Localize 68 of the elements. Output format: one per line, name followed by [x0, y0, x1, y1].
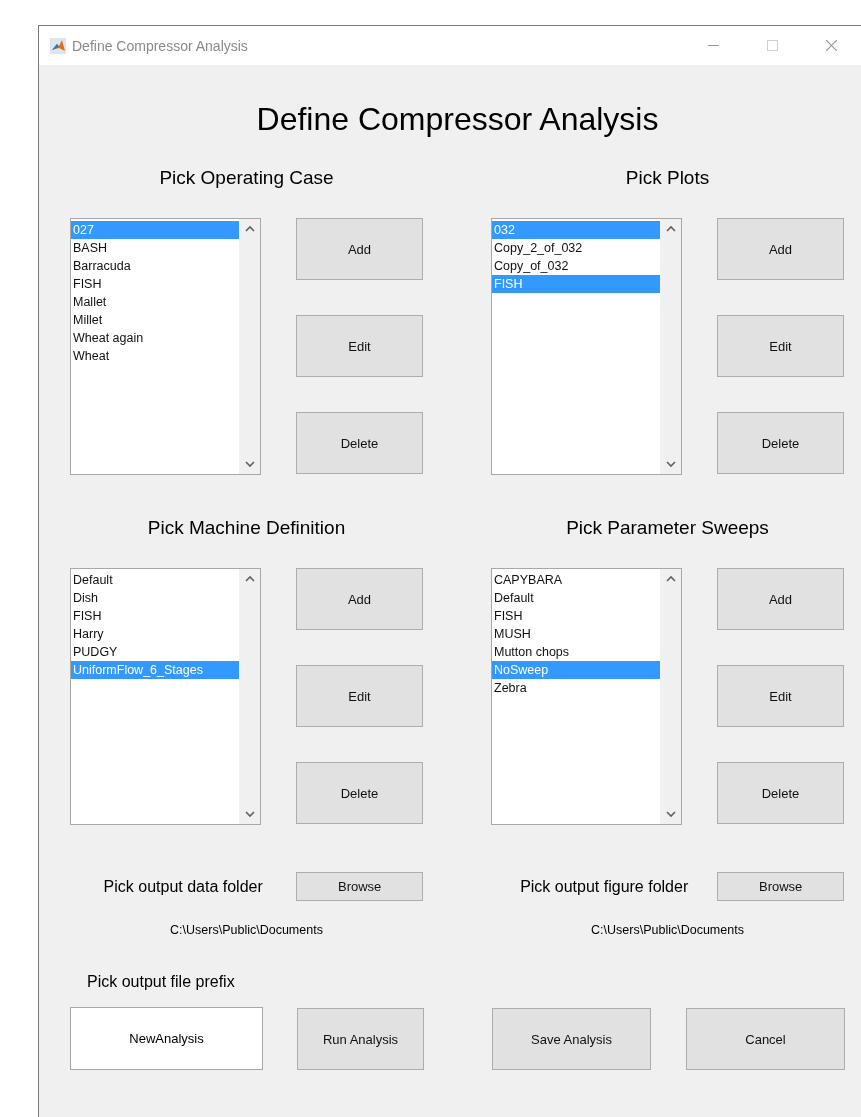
action-button[interactable]: Delete	[717, 412, 844, 474]
list-box[interactable]: 032 Copy_2_of_032 Copy_of_032 FISH	[491, 218, 682, 475]
field-label: Pick output data folder	[102, 877, 264, 896]
action-button[interactable]: Add	[296, 568, 423, 630]
dialog-heading: Define Compressor Analysis	[255, 100, 660, 139]
list-item[interactable]: Millet	[71, 311, 239, 329]
list-item[interactable]: Default	[492, 589, 660, 607]
prefix-field[interactable]: NewAnalysis	[70, 1007, 263, 1070]
scroll-down-icon[interactable]	[244, 810, 255, 818]
scroll-bar[interactable]	[239, 219, 260, 474]
section-heading: Pick Operating Case	[158, 166, 335, 190]
action-button[interactable]: Delete	[296, 762, 423, 824]
list-item[interactable]: Harry	[71, 625, 239, 643]
scroll-up-icon[interactable]	[244, 225, 255, 233]
list-item[interactable]: Zebra	[492, 679, 660, 697]
list-item[interactable]: CAPYBARA	[492, 571, 660, 589]
folder-path: C:\Users\Public\Documents	[169, 923, 324, 937]
action-button[interactable]: Edit	[296, 315, 423, 377]
field-label: Pick output file prefix	[86, 973, 236, 992]
action-button[interactable]: Edit	[717, 665, 844, 727]
action-button[interactable]: Add	[717, 568, 844, 630]
scroll-up-icon[interactable]	[244, 575, 255, 583]
action-button[interactable]: Edit	[296, 665, 423, 727]
list-box[interactable]: 027 BASH Barracuda FISH Mallet Millet Wheat again Wheat	[70, 218, 261, 475]
list-item[interactable]: FISH	[492, 607, 660, 625]
action-button[interactable]: Save Analysis	[492, 1008, 651, 1070]
scroll-up-icon[interactable]	[665, 575, 676, 583]
list-item[interactable]: MUSH	[492, 625, 660, 643]
action-button[interactable]: Edit	[717, 315, 844, 377]
list-item[interactable]: Dish	[71, 589, 239, 607]
field-label: Pick output figure folder	[519, 877, 690, 896]
window-title: Define Compressor Analysis	[72, 37, 249, 54]
section-heading: Pick Parameter Sweeps	[565, 516, 770, 540]
action-button[interactable]: Run Analysis	[297, 1008, 424, 1070]
scroll-down-icon[interactable]	[665, 460, 676, 468]
section-heading: Pick Machine Definition	[146, 516, 347, 540]
folder-path: C:\Users\Public\Documents	[590, 923, 745, 937]
list-box[interactable]: CAPYBARA Default FISH MUSH Mutton chops NoSweep Zebra	[491, 568, 682, 825]
action-button[interactable]: Cancel	[686, 1008, 845, 1070]
action-button[interactable]: Delete	[296, 412, 423, 474]
close-icon	[826, 40, 837, 51]
list-item[interactable]: Wheat again	[71, 329, 239, 347]
app-icon	[50, 37, 66, 54]
list-item[interactable]: PUDGY	[71, 643, 239, 661]
scroll-up-icon[interactable]	[665, 225, 676, 233]
scroll-down-icon[interactable]	[665, 810, 676, 818]
list-item[interactable]: Mutton chops	[492, 643, 660, 661]
list-item[interactable]: Copy_2_of_032	[492, 239, 660, 257]
list-item[interactable]: Mallet	[71, 293, 239, 311]
action-button[interactable]: Add	[717, 218, 844, 280]
list-item[interactable]: FISH	[71, 275, 239, 293]
list-item[interactable]: Barracuda	[71, 257, 239, 275]
list-item[interactable]: Default	[71, 571, 239, 589]
list-item[interactable]: Wheat	[71, 347, 239, 365]
list-item[interactable]: FISH	[71, 607, 239, 625]
browse-button[interactable]: Browse	[717, 872, 844, 901]
scroll-bar[interactable]	[239, 569, 260, 824]
scroll-down-icon[interactable]	[244, 460, 255, 468]
list-item[interactable]: BASH	[71, 239, 239, 257]
scroll-bar[interactable]	[660, 569, 681, 824]
browse-button[interactable]: Browse	[296, 872, 423, 901]
maximize-icon	[767, 40, 778, 51]
section-heading: Pick Plots	[624, 166, 711, 190]
action-button[interactable]: Delete	[717, 762, 844, 824]
scroll-bar[interactable]	[660, 219, 681, 474]
list-item[interactable]: Copy_of_032	[492, 257, 660, 275]
action-button[interactable]: Add	[296, 218, 423, 280]
list-box[interactable]: Default Dish FISH Harry PUDGY UniformFlow_6_Stages	[70, 568, 261, 825]
